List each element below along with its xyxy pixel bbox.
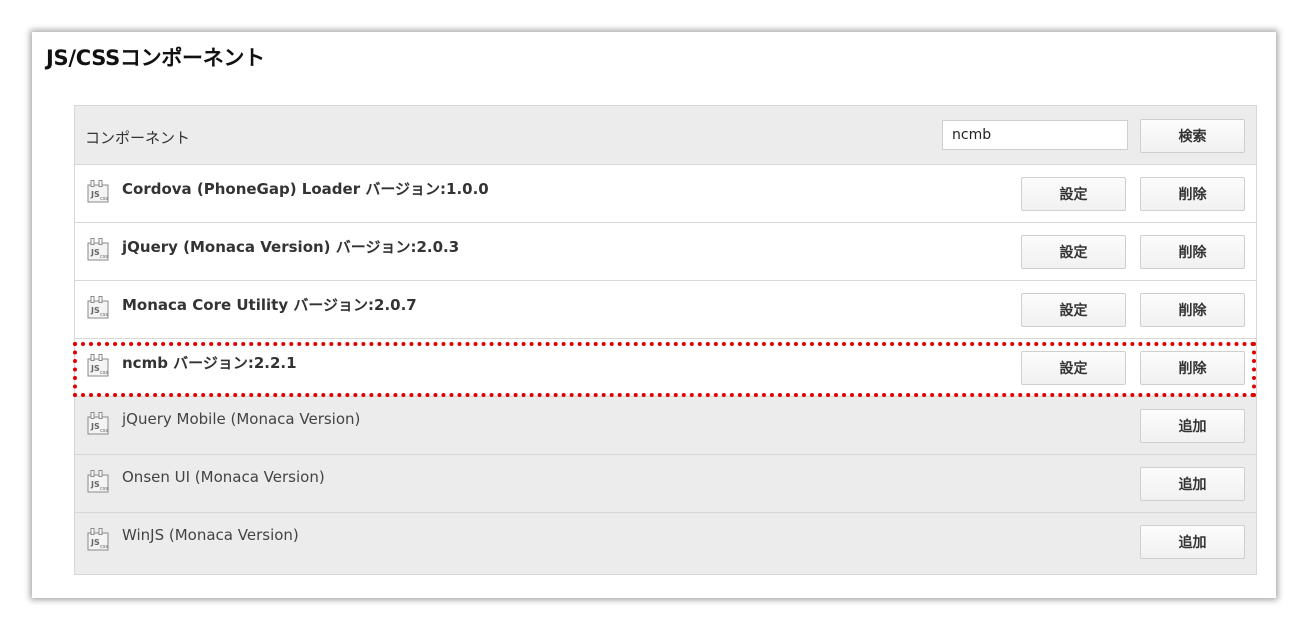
components-card: JS/CSSコンポーネント コンポーネント 検索 JS css Cordova … xyxy=(32,32,1276,598)
delete-button[interactable]: 削除 xyxy=(1140,177,1245,211)
component-row-cordova-loader: JS css Cordova (PhoneGap) Loader バージョン:1… xyxy=(75,165,1256,223)
component-name: jQuery (Monaca Version) バージョン:2.0.3 xyxy=(122,238,460,256)
components-label: コンポーネント xyxy=(85,129,191,147)
js-css-file-icon: JS css xyxy=(87,528,109,551)
component-name: WinJS (Monaca Version) xyxy=(122,526,299,544)
search-input[interactable] xyxy=(942,120,1128,150)
panel-header: コンポーネント 検索 xyxy=(75,106,1256,165)
settings-button[interactable]: 設定 xyxy=(1021,351,1126,385)
svg-text:JS: JS xyxy=(90,306,100,315)
add-button[interactable]: 追加 xyxy=(1140,409,1245,443)
delete-button[interactable]: 削除 xyxy=(1140,351,1245,385)
search-button[interactable]: 検索 xyxy=(1140,119,1245,153)
svg-text:css: css xyxy=(100,370,108,376)
page-title: JS/CSSコンポーネント xyxy=(46,46,265,70)
svg-text:css: css xyxy=(100,544,108,550)
component-row-monaca-core: JS css Monaca Core Utility バージョン:2.0.7 設… xyxy=(75,281,1256,339)
component-row-onsen-ui: JS css Onsen UI (Monaca Version) 追加 xyxy=(75,455,1256,513)
add-button[interactable]: 追加 xyxy=(1140,525,1245,559)
svg-text:css: css xyxy=(100,254,108,260)
components-panel: コンポーネント 検索 JS css Cordova (PhoneGap) Loa… xyxy=(74,105,1257,575)
svg-text:JS: JS xyxy=(90,480,100,489)
svg-text:JS: JS xyxy=(90,248,100,257)
svg-text:JS: JS xyxy=(90,538,100,547)
component-row-winjs: JS css WinJS (Monaca Version) 追加 xyxy=(75,513,1256,571)
svg-text:JS: JS xyxy=(90,364,100,373)
component-row-ncmb: JS css ncmb バージョン:2.2.1 設定 削除 xyxy=(75,339,1256,397)
svg-text:JS: JS xyxy=(90,190,100,199)
component-name: Onsen UI (Monaca Version) xyxy=(122,468,325,486)
component-name: Cordova (PhoneGap) Loader バージョン:1.0.0 xyxy=(122,180,489,198)
svg-text:css: css xyxy=(100,486,108,492)
js-css-file-icon: JS css xyxy=(87,238,109,261)
svg-text:css: css xyxy=(100,428,108,434)
settings-button[interactable]: 設定 xyxy=(1021,235,1126,269)
js-css-file-icon: JS css xyxy=(87,354,109,377)
component-name: Monaca Core Utility バージョン:2.0.7 xyxy=(122,296,417,314)
svg-text:css: css xyxy=(100,196,108,202)
component-name: ncmb バージョン:2.2.1 xyxy=(122,354,297,372)
svg-text:css: css xyxy=(100,312,108,318)
delete-button[interactable]: 削除 xyxy=(1140,235,1245,269)
svg-text:JS: JS xyxy=(90,422,100,431)
component-row-jquery-mobile: JS css jQuery Mobile (Monaca Version) 追加 xyxy=(75,397,1256,455)
js-css-file-icon: JS css xyxy=(87,412,109,435)
js-css-file-icon: JS css xyxy=(87,180,109,203)
settings-button[interactable]: 設定 xyxy=(1021,293,1126,327)
settings-button[interactable]: 設定 xyxy=(1021,177,1126,211)
add-button[interactable]: 追加 xyxy=(1140,467,1245,501)
js-css-file-icon: JS css xyxy=(87,470,109,493)
js-css-file-icon: JS css xyxy=(87,296,109,319)
component-name: jQuery Mobile (Monaca Version) xyxy=(122,410,361,428)
component-row-jquery: JS css jQuery (Monaca Version) バージョン:2.0… xyxy=(75,223,1256,281)
delete-button[interactable]: 削除 xyxy=(1140,293,1245,327)
